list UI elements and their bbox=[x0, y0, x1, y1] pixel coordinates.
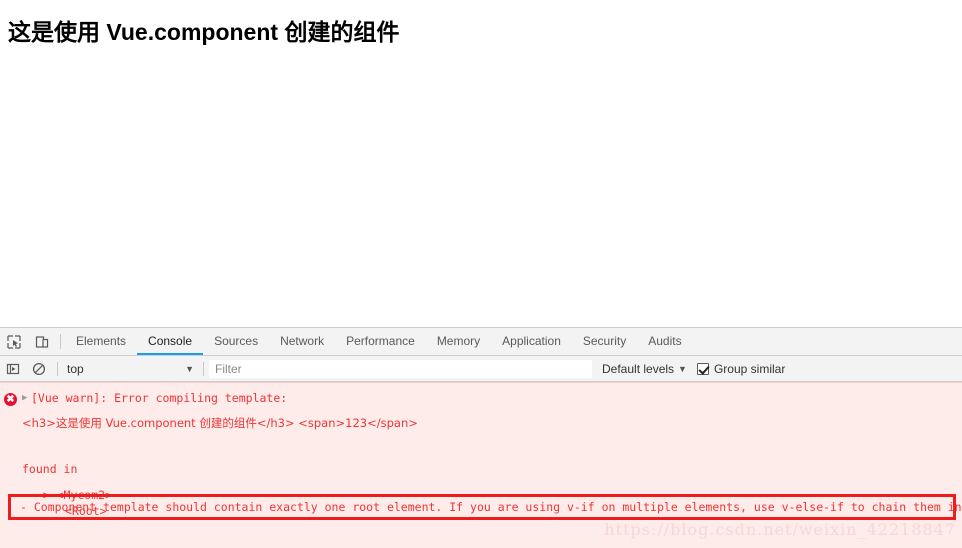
error-line-found-in: found in bbox=[22, 462, 78, 476]
page-title: 这是使用 Vue.component 创建的组件 bbox=[8, 19, 400, 45]
group-similar-label: Group similar bbox=[713, 361, 786, 376]
log-levels-label: Default levels bbox=[602, 361, 675, 376]
expand-arrow-icon[interactable]: ▶ bbox=[22, 394, 27, 403]
execution-context-value: top bbox=[67, 361, 84, 376]
tab-security[interactable]: Security bbox=[572, 328, 637, 355]
error-line-template: <h3>这是使用 Vue.component 创建的组件</h3> <span>… bbox=[22, 416, 418, 430]
group-similar-checkbox[interactable] bbox=[696, 362, 709, 375]
tab-application[interactable]: Application bbox=[491, 328, 572, 355]
clear-console-icon[interactable] bbox=[26, 362, 52, 376]
execution-context-icon[interactable] bbox=[0, 362, 26, 376]
device-toolbar-icon[interactable] bbox=[28, 328, 56, 355]
filterbar-divider-1 bbox=[57, 361, 58, 376]
inspect-element-icon[interactable] bbox=[0, 328, 28, 355]
error-line-title: [Vue warn]: Error compiling template: bbox=[31, 391, 288, 405]
devtools-tabbar: Elements Console Sources Network Perform… bbox=[0, 328, 962, 356]
inspect-element-glyph bbox=[7, 334, 21, 349]
device-toolbar-glyph bbox=[35, 335, 49, 348]
chevron-down-icon: ▼ bbox=[185, 363, 194, 374]
web-page-content: 这是使用 Vue.component 创建的组件 bbox=[0, 0, 962, 327]
tab-memory[interactable]: Memory bbox=[426, 328, 491, 355]
tab-network[interactable]: Network bbox=[269, 328, 335, 355]
console-message-list[interactable]: ✖ ▶ [Vue warn]: Error compiling template… bbox=[0, 382, 962, 548]
tab-audits[interactable]: Audits bbox=[637, 328, 692, 355]
console-filter-bar: top ▼ Default levels ▼ Group similar bbox=[0, 356, 962, 382]
devtools-panel: Elements Console Sources Network Perform… bbox=[0, 327, 962, 548]
clear-console-glyph bbox=[32, 362, 46, 375]
tab-elements[interactable]: Elements bbox=[65, 328, 137, 355]
chevron-down-icon: ▼ bbox=[678, 363, 687, 374]
toolbar-divider bbox=[60, 334, 61, 349]
tab-sources[interactable]: Sources bbox=[203, 328, 269, 355]
log-levels-dropdown[interactable]: Default levels ▼ bbox=[602, 362, 687, 376]
execution-context-selector[interactable]: top ▼ bbox=[63, 360, 198, 378]
tab-console[interactable]: Console bbox=[137, 328, 204, 355]
error-line-highlighted: - Component template should contain exac… bbox=[20, 500, 962, 514]
tab-performance[interactable]: Performance bbox=[335, 328, 426, 355]
filterbar-divider-2 bbox=[203, 361, 204, 376]
execution-context-glyph bbox=[6, 363, 20, 374]
console-filter-input[interactable] bbox=[209, 359, 592, 378]
watermark: https://blog.csdn.net/weixin_42218847 bbox=[604, 520, 956, 539]
group-similar-toggle[interactable]: Group similar bbox=[696, 361, 786, 376]
console-error-message[interactable]: ✖ ▶ [Vue warn]: Error compiling template… bbox=[0, 382, 962, 548]
error-icon: ✖ bbox=[4, 393, 17, 406]
